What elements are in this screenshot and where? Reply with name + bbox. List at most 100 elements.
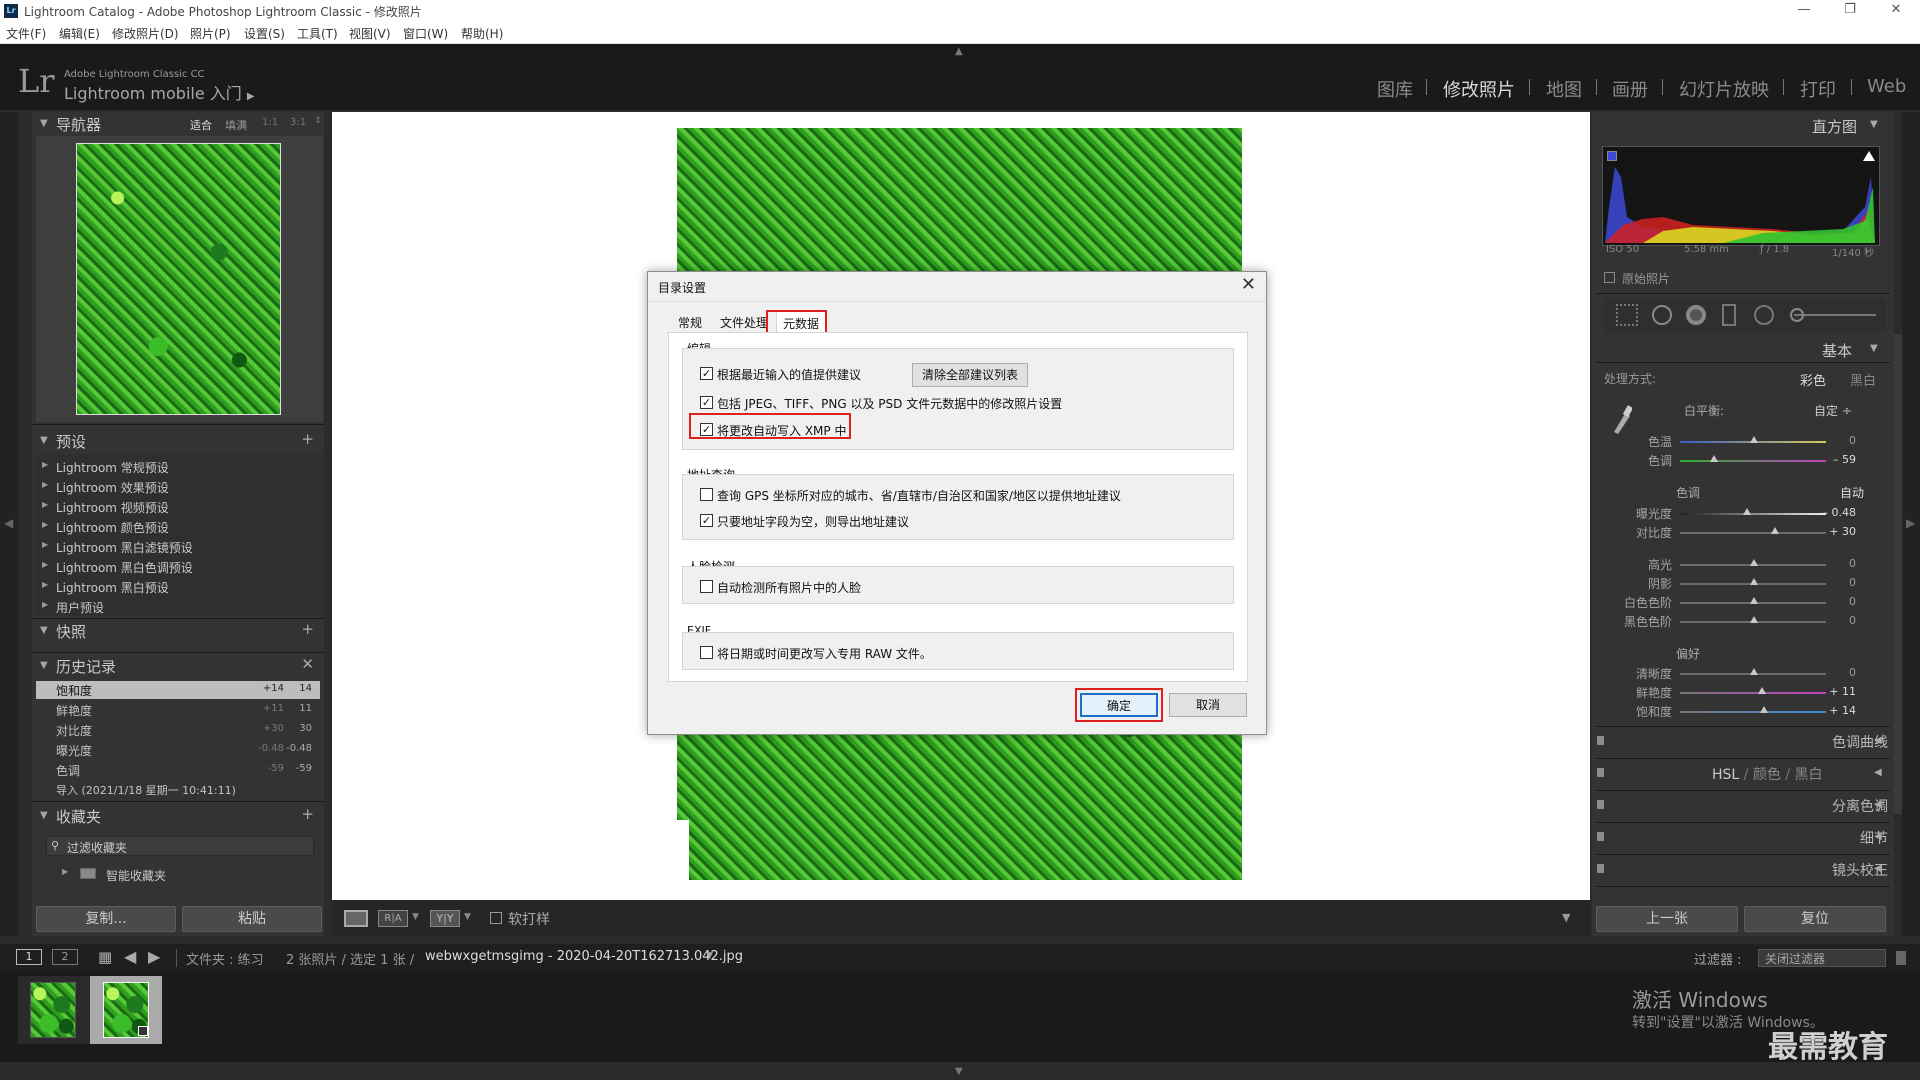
reset-button[interactable]: 复位 bbox=[1744, 906, 1886, 932]
expand-left-icon[interactable]: ◀ bbox=[4, 516, 13, 530]
contrast-slider-track[interactable] bbox=[1680, 532, 1826, 534]
clarity-slider-thumb[interactable] bbox=[1750, 668, 1758, 675]
dialog-close-icon[interactable]: ✕ bbox=[1241, 274, 1256, 295]
snapshots-header[interactable]: ▼ 快照 + bbox=[34, 620, 322, 642]
module-print[interactable]: 打印 bbox=[1800, 76, 1836, 102]
eyedropper-icon[interactable] bbox=[1610, 404, 1634, 434]
spot-removal-icon[interactable] bbox=[1652, 305, 1672, 325]
checkbox-icon[interactable] bbox=[700, 580, 713, 593]
hsl-header[interactable]: HSL / 颜色 / 黑白 bbox=[1712, 764, 1822, 784]
crop-icon[interactable] bbox=[1616, 304, 1638, 326]
collapse-triangle-icon[interactable]: ▼ bbox=[1870, 343, 1878, 354]
checkbox-icon[interactable] bbox=[700, 488, 713, 501]
saturation-value[interactable]: + 14 bbox=[1816, 704, 1856, 717]
exposure-slider-track[interactable] bbox=[1680, 513, 1826, 515]
history-item[interactable]: 对比度 +30 30 bbox=[36, 721, 320, 739]
contrast-value[interactable]: + 30 bbox=[1816, 525, 1856, 538]
menu-edit[interactable]: 编辑(E) bbox=[59, 25, 100, 42]
before-after-icon[interactable]: R|A bbox=[378, 910, 408, 927]
smart-collections-item[interactable]: ▶ 智能收藏夹 bbox=[62, 866, 302, 884]
module-map[interactable]: 地图 bbox=[1546, 76, 1582, 102]
primary-window-button[interactable]: 1 bbox=[16, 949, 42, 965]
collapse-top-icon[interactable]: ▲ bbox=[955, 46, 963, 57]
blacks-slider-thumb[interactable] bbox=[1750, 616, 1758, 623]
cancel-button[interactable]: 取消 bbox=[1169, 693, 1247, 717]
history-header[interactable]: ▼ 历史记录 ✕ bbox=[34, 655, 322, 677]
presets-header[interactable]: ▼ 预设 + bbox=[34, 430, 322, 452]
maximize-icon[interactable]: ❐ bbox=[1830, 2, 1870, 17]
history-item[interactable]: 色调 -59 -59 bbox=[36, 761, 320, 779]
preset-folder[interactable]: Lightroom 效果预设 bbox=[42, 479, 169, 496]
exposure-slider-thumb[interactable] bbox=[1743, 508, 1751, 515]
menu-help[interactable]: 帮助(H) bbox=[461, 25, 503, 42]
zoom-1-1[interactable]: 1:1 bbox=[262, 117, 278, 128]
collapse-triangle-icon[interactable]: ▼ bbox=[1870, 119, 1878, 130]
radial-filter-icon[interactable] bbox=[1754, 305, 1774, 325]
color-tab[interactable]: 颜色 bbox=[1753, 767, 1781, 783]
checkbox-checked-icon[interactable]: ✓ bbox=[700, 514, 713, 527]
shadows-slider-thumb[interactable] bbox=[1750, 578, 1758, 585]
expand-triangle-icon[interactable]: ◀ bbox=[1874, 767, 1882, 778]
zoom-fill[interactable]: 填满 bbox=[225, 117, 247, 133]
expand-triangle-icon[interactable]: ◀ bbox=[1874, 799, 1882, 810]
module-web[interactable]: Web bbox=[1867, 76, 1906, 97]
source-label[interactable]: 文件夹 : 练习 bbox=[186, 949, 264, 968]
thumbnail-cell-selected[interactable] bbox=[90, 976, 162, 1044]
brush-slider-track[interactable] bbox=[1794, 314, 1876, 316]
menu-photo[interactable]: 照片(P) bbox=[190, 25, 231, 42]
section-switch-icon[interactable] bbox=[1597, 736, 1604, 745]
history-item[interactable]: 饱和度 +14 14 bbox=[36, 681, 320, 699]
zoom-3-1[interactable]: 3:1 bbox=[290, 117, 306, 128]
filter-select[interactable]: 关闭过滤器 bbox=[1758, 949, 1886, 967]
loupe-view-icon[interactable] bbox=[344, 910, 368, 927]
collapse-bottom-icon[interactable]: ▼ bbox=[955, 1066, 963, 1077]
temp-value[interactable]: 0 bbox=[1816, 434, 1856, 447]
vibrance-slider-track[interactable] bbox=[1680, 692, 1826, 694]
saturation-slider-track[interactable] bbox=[1680, 711, 1826, 713]
add-collection-icon[interactable]: + bbox=[301, 805, 314, 823]
temp-slider-thumb[interactable] bbox=[1750, 436, 1758, 443]
whites-slider-thumb[interactable] bbox=[1750, 597, 1758, 604]
section-switch-icon[interactable] bbox=[1597, 800, 1604, 809]
tab-file-handling[interactable]: 文件处理 bbox=[714, 311, 774, 333]
checkbox-checked-icon[interactable]: ✓ bbox=[700, 396, 713, 409]
paste-button[interactable]: 粘贴 bbox=[182, 906, 322, 932]
tint-slider-thumb[interactable] bbox=[1710, 455, 1718, 462]
filter-lock-icon[interactable] bbox=[1896, 951, 1906, 965]
saturation-slider-thumb[interactable] bbox=[1760, 706, 1768, 713]
shadows-value[interactable]: 0 bbox=[1816, 576, 1856, 589]
section-switch-icon[interactable] bbox=[1597, 864, 1604, 873]
lightroom-mobile-link[interactable]: Lightroom mobile 入门 ▶ bbox=[64, 80, 255, 104]
navigator-preview-image[interactable] bbox=[76, 143, 281, 415]
history-item[interactable]: 鲜艳度 +11 11 bbox=[36, 701, 320, 719]
history-item[interactable]: 曝光度 -0.48 -0.48 bbox=[36, 741, 320, 759]
add-snapshot-icon[interactable]: + bbox=[301, 620, 314, 638]
filter-collections-field[interactable]: ⚲ 过滤收藏夹 bbox=[46, 836, 314, 856]
shadow-clipping-icon[interactable] bbox=[1607, 151, 1617, 161]
menu-tools[interactable]: 工具(T) bbox=[297, 25, 338, 42]
tint-value[interactable]: – 59 bbox=[1816, 453, 1856, 466]
preset-folder[interactable]: Lightroom 颜色预设 bbox=[42, 519, 169, 536]
clear-suggestions-button[interactable]: 清除全部建议列表 bbox=[912, 363, 1028, 387]
dropdown-arrow-icon[interactable]: ▼ bbox=[412, 912, 419, 922]
expand-triangle-icon[interactable]: ◀ bbox=[1874, 831, 1882, 842]
menu-view[interactable]: 视图(V) bbox=[349, 25, 391, 42]
dropdown-arrow-icon[interactable]: ▼ bbox=[464, 912, 471, 922]
whites-value[interactable]: 0 bbox=[1816, 595, 1856, 608]
histogram[interactable] bbox=[1602, 146, 1880, 246]
right-panel-scrollbar[interactable] bbox=[1894, 334, 1902, 814]
graduated-filter-icon[interactable] bbox=[1722, 304, 1736, 326]
preset-folder[interactable]: Lightroom 常规预设 bbox=[42, 459, 169, 476]
clear-history-icon[interactable]: ✕ bbox=[301, 655, 314, 673]
hsl-tab[interactable]: HSL bbox=[1712, 767, 1739, 783]
expand-right-icon[interactable]: ▶ bbox=[1906, 516, 1915, 530]
filename[interactable]: webwxgetmsgimg - 2020-04-20T162713.042.j… bbox=[425, 949, 743, 964]
history-item[interactable]: 导入 (2021/1/18 星期一 10:41:11) bbox=[36, 781, 320, 799]
treatment-color[interactable]: 彩色 bbox=[1800, 370, 1826, 389]
section-switch-icon[interactable] bbox=[1597, 832, 1604, 841]
forward-arrow-icon[interactable]: ▶ bbox=[148, 947, 160, 966]
preset-folder[interactable]: 用户预设 bbox=[42, 599, 104, 616]
soft-proof-checkbox[interactable] bbox=[490, 912, 502, 924]
compare-icon[interactable]: Y|Y bbox=[430, 910, 460, 927]
menu-window[interactable]: 窗口(W) bbox=[403, 25, 448, 42]
